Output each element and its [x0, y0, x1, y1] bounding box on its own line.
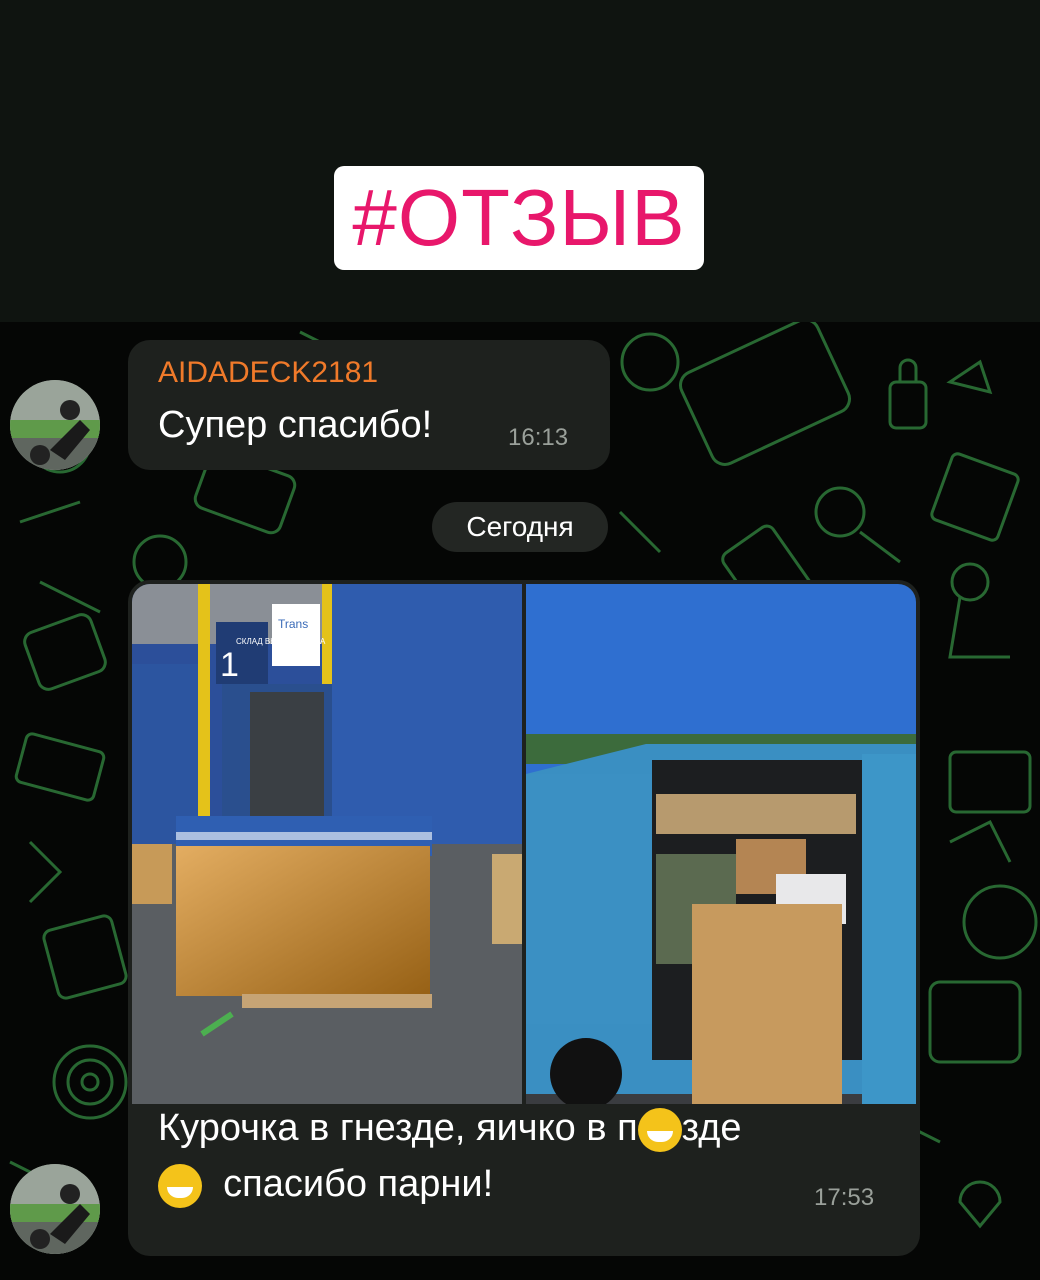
caption-line1-end: зде [681, 1107, 742, 1149]
message-bubble-1[interactable]: AIDADECK2181 Супер спасибо! 16:13 [128, 340, 610, 470]
sign-number: 1 [220, 646, 239, 684]
story-header: #ОТЗЫВ [0, 0, 1040, 322]
sender-avatar-2[interactable] [10, 1164, 100, 1254]
message-caption: Курочка в гнезде, яичко в п зде спасибо п… [158, 1100, 742, 1212]
message-text: Супер спасибо! [158, 404, 433, 446]
grinning-squint-emoji [637, 1107, 682, 1152]
hashtag-text: #ОТЗЫВ [352, 173, 686, 262]
chat-area[interactable]: AIDADECK2181 Супер спасибо! 16:13 Сегодн… [0, 322, 1040, 1280]
message-time-2: 17:53 [814, 1184, 875, 1211]
photo-warehouse[interactable]: 1 СКЛАД ВЫДАЧИ ГРУЗА Trans [132, 584, 522, 1104]
message-bubble-2[interactable]: 1 СКЛАД ВЫДАЧИ ГРУЗА Trans [128, 580, 920, 1256]
photo-van[interactable] [526, 584, 916, 1104]
sender-name[interactable]: AIDADECK2181 [158, 356, 378, 390]
caption-line1: Курочка в гнезде, яичко в п [158, 1107, 638, 1149]
date-separator: Сегодня [432, 502, 608, 552]
caption-line2: спасибо парни! [223, 1163, 494, 1205]
hashtag-sticker: #ОТЗЫВ [334, 166, 704, 270]
message-time: 16:13 [508, 424, 569, 451]
grinning-emoji [158, 1163, 202, 1208]
sender-avatar[interactable] [10, 380, 100, 470]
logo-text: Trans [278, 617, 308, 631]
